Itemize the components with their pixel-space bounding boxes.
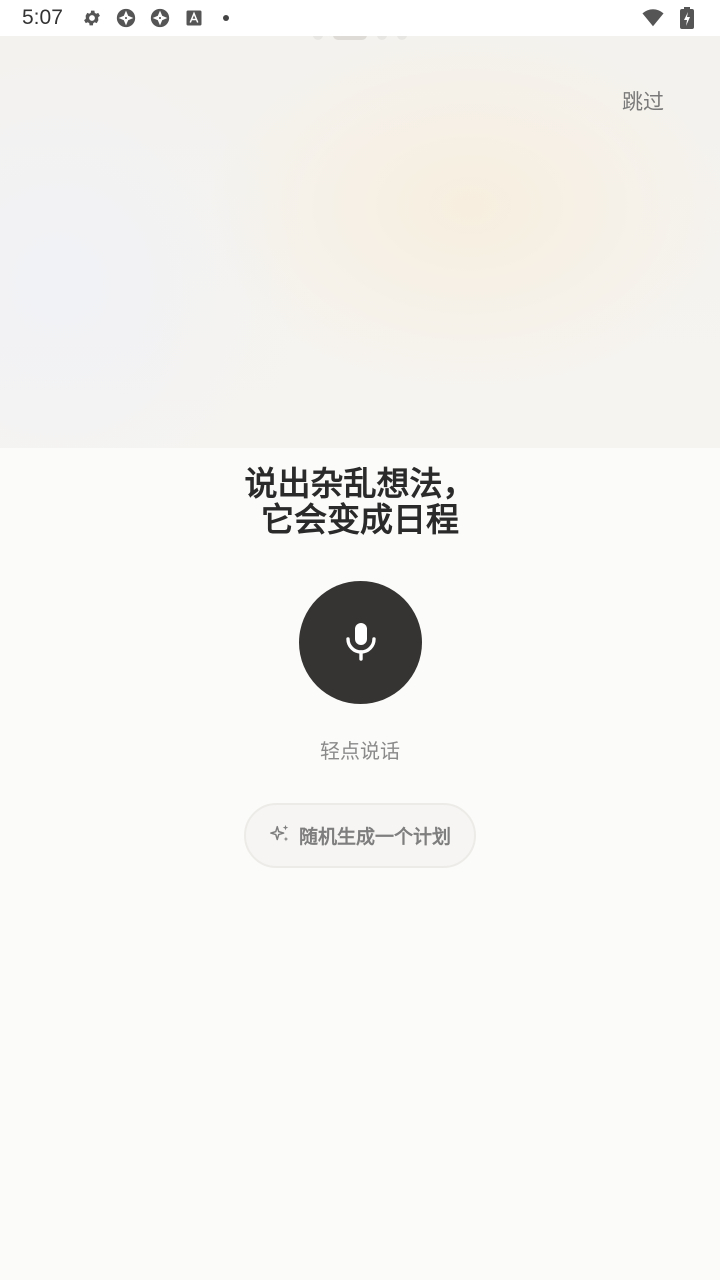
random-plan-label: 随机生成一个计划 xyxy=(298,826,451,848)
wifi-icon xyxy=(642,7,664,29)
aperture-icon xyxy=(115,7,137,29)
microphone-icon xyxy=(344,621,378,665)
dot-icon xyxy=(222,15,229,21)
headline: 说出杂乱想法， 它会变成日程 xyxy=(0,466,720,538)
hero-background: 跳过 xyxy=(0,34,720,448)
status-left: 5:07 xyxy=(22,6,229,30)
settings-gear-icon xyxy=(81,7,103,29)
font-a-icon xyxy=(183,7,205,29)
sparkle-icon xyxy=(269,823,291,849)
status-bar: 5:07 xyxy=(0,0,720,36)
random-plan-button[interactable]: 随机生成一个计划 xyxy=(244,803,476,868)
headline-line-1: 说出杂乱想法， xyxy=(244,464,476,503)
aperture-icon xyxy=(149,7,171,29)
skip-button[interactable]: 跳过 xyxy=(622,86,664,116)
status-time: 5:07 xyxy=(22,6,63,29)
battery-charging-icon xyxy=(676,7,698,29)
headline-line-2: 它会变成日程 xyxy=(261,500,459,539)
mic-hint-label: 轻点说话 xyxy=(320,739,400,763)
status-right xyxy=(642,7,698,29)
mic-button[interactable] xyxy=(299,581,422,704)
